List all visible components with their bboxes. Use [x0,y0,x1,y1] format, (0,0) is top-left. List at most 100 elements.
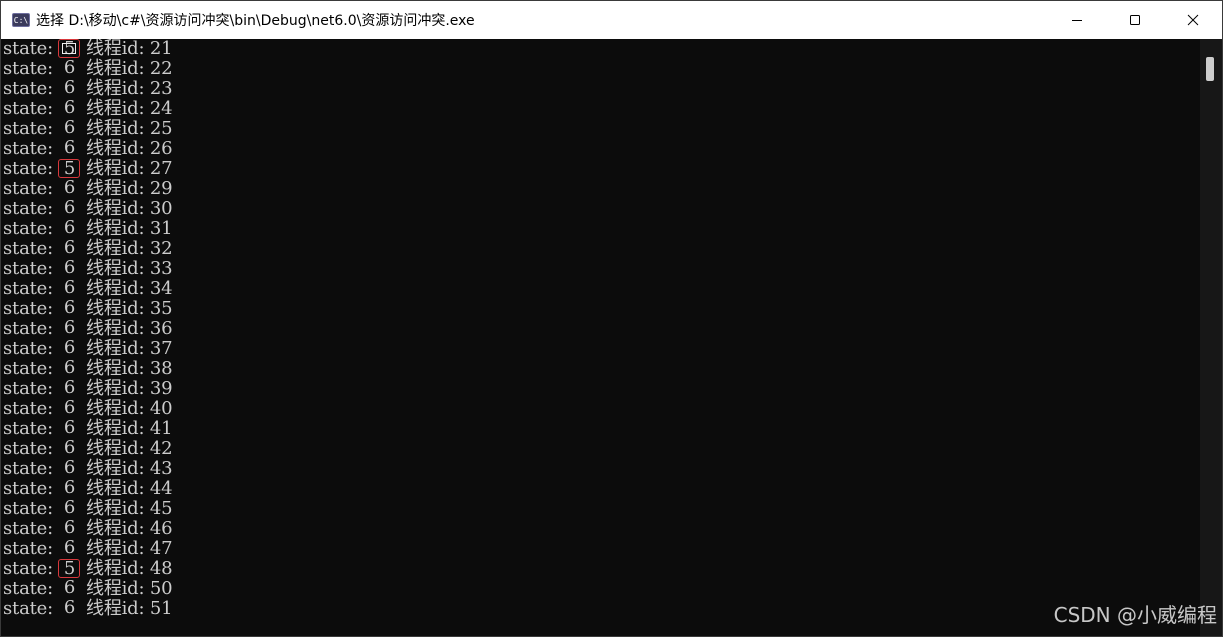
thread-id-value: 24 [149,98,173,119]
state-label: state: [3,98,59,119]
state-label: state: [3,278,59,299]
thread-id-label: 线程id: [86,478,150,499]
thread-id-label: 线程id: [86,298,150,319]
state-label: state: [3,518,59,539]
thread-id-label: 线程id: [86,598,150,619]
close-button[interactable] [1164,1,1222,39]
thread-id-value: 22 [149,58,173,79]
thread-id-value: 39 [149,378,173,399]
console-window: C:\ 选择 D:\移动\c#\资源访问冲突\bin\Debug\net6.0\… [0,0,1223,637]
thread-id-label: 线程id: [86,318,150,339]
thread-id-label: 线程id: [86,198,150,219]
state-label: state: [3,578,59,599]
state-label: state: [3,138,59,159]
state-value: 6 [63,397,76,418]
scrollbar-thumb[interactable] [1206,57,1214,81]
console-line: state: 6 线程id: 36 [3,319,1201,339]
state-value: 6 [63,177,76,198]
state-label: state: [3,238,59,259]
thread-id-label: 线程id: [86,118,150,139]
console-line: state: 6 线程id: 23 [3,79,1201,99]
thread-id-value: 35 [149,298,173,319]
thread-id-value: 36 [149,318,173,339]
title-bar[interactable]: C:\ 选择 D:\移动\c#\资源访问冲突\bin\Debug\net6.0\… [1,1,1222,39]
thread-id-value: 46 [149,518,173,539]
thread-id-label: 线程id: [86,98,150,119]
thread-id-label: 线程id: [86,398,150,419]
console-output[interactable]: state: 5 线程id: 21 state: 6 线程id: 22 state:… [1,39,1201,636]
thread-id-label: 线程id: [86,538,150,559]
console-line: state: 6 线程id: 41 [3,419,1201,439]
state-value: 6 [63,77,76,98]
window-controls [1048,1,1222,39]
console-line: state: 6 线程id: 39 [3,379,1201,399]
thread-id-label: 线程id: [86,158,150,179]
console-line: state: 6 线程id: 30 [3,199,1201,219]
thread-id-value: 21 [149,39,173,59]
state-label: state: [3,558,59,579]
thread-id-value: 45 [149,498,173,519]
console-line: state: 6 线程id: 24 [3,99,1201,119]
state-label: state: [3,498,59,519]
window-title: 选择 D:\移动\c#\资源访问冲突\bin\Debug\net6.0\资源访问… [36,13,475,29]
state-value: 6 [63,297,76,318]
state-label: state: [3,39,59,59]
state-label: state: [3,298,59,319]
state-value: 6 [63,497,76,518]
state-label: state: [3,158,59,179]
state-value: 6 [63,437,76,458]
thread-id-value: 48 [149,558,173,579]
console-line: state: 6 线程id: 42 [3,439,1201,459]
state-label: state: [3,118,59,139]
state-value: 6 [63,277,76,298]
thread-id-label: 线程id: [86,378,150,399]
thread-id-value: 34 [149,278,173,299]
state-label: state: [3,438,59,459]
maximize-button[interactable] [1106,1,1164,39]
minimize-button[interactable] [1048,1,1106,39]
thread-id-label: 线程id: [86,238,150,259]
thread-id-value: 41 [149,418,173,439]
console-line: state: 6 线程id: 45 [3,499,1201,519]
state-label: state: [3,358,59,379]
thread-id-value: 40 [149,398,173,419]
thread-id-label: 线程id: [86,178,150,199]
state-value: 6 [63,57,76,78]
thread-id-label: 线程id: [86,218,150,239]
console-line: state: 6 线程id: 37 [3,339,1201,359]
state-value: 6 [63,357,76,378]
thread-id-label: 线程id: [86,278,150,299]
state-label: state: [3,318,59,339]
console-line: state: 6 线程id: 43 [3,459,1201,479]
csdn-watermark: CSDN @小威编程 [1053,603,1217,627]
minimize-icon [1072,20,1082,21]
console-line: state: 6 线程id: 35 [3,299,1201,319]
console-line: state: 6 线程id: 46 [3,519,1201,539]
close-icon [1187,14,1199,26]
console-line: state: 6 线程id: 40 [3,399,1201,419]
state-value: 6 [63,117,76,138]
vertical-scrollbar[interactable] [1200,39,1222,636]
state-label: state: [3,78,59,99]
maximize-icon [1130,15,1140,25]
console-line: state: 6 线程id: 47 [3,539,1201,559]
state-value: 6 [63,537,76,558]
state-value: 6 [63,197,76,218]
console-line: state: 6 线程id: 50 [3,579,1201,599]
thread-id-label: 线程id: [86,58,150,79]
state-label: state: [3,538,59,559]
state-value: 6 [63,377,76,398]
console-line: state: 5 线程id: 48 [3,559,1201,579]
state-value: 6 [63,477,76,498]
state-value: 6 [63,417,76,438]
state-value: 6 [63,237,76,258]
thread-id-label: 线程id: [86,138,150,159]
state-value: 6 [63,577,76,598]
console-line: state: 6 线程id: 33 [3,259,1201,279]
thread-id-value: 30 [149,198,173,219]
thread-id-value: 51 [149,598,173,619]
thread-id-label: 线程id: [86,338,150,359]
console-app-icon: C:\ [12,13,30,27]
console-line: state: 6 线程id: 22 [3,59,1201,79]
thread-id-value: 42 [149,438,173,459]
